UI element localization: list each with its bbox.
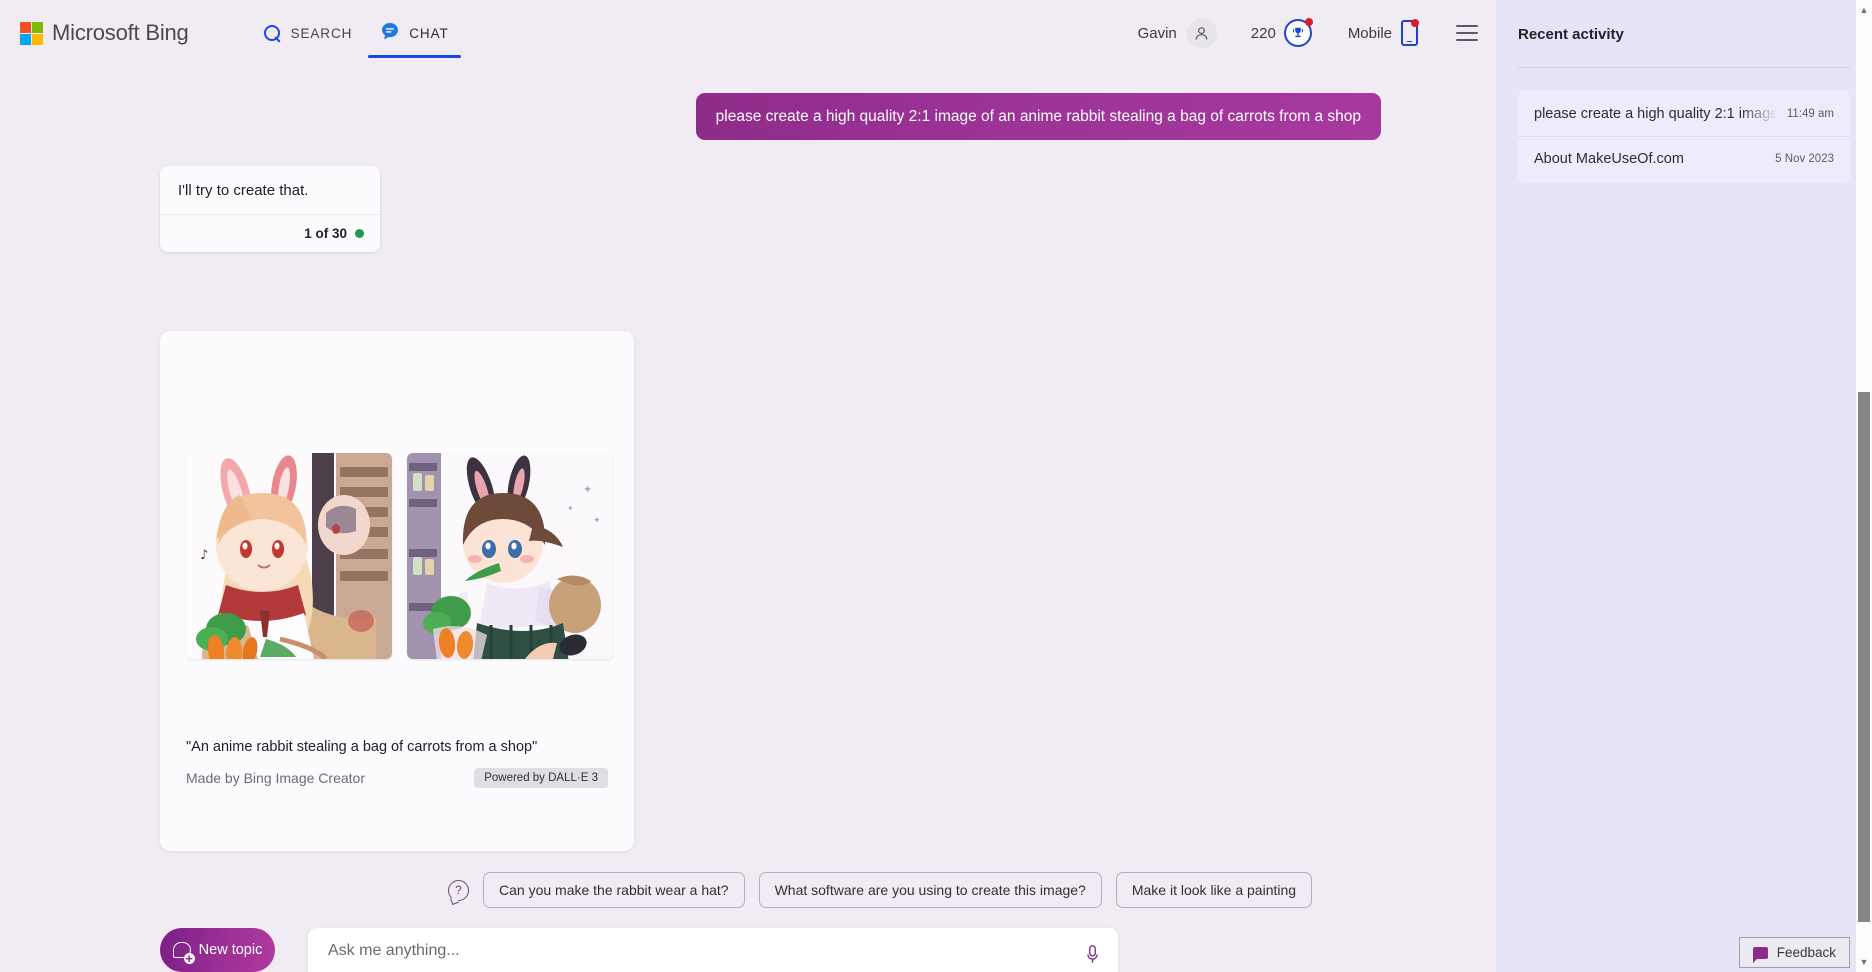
tab-search[interactable]: SEARCH xyxy=(249,0,367,66)
chat-area: please create a high quality 2:1 image o… xyxy=(0,66,1496,972)
suggestion-chips: ? Can you make the rabbit wear a hat? Wh… xyxy=(448,872,1312,908)
rewards-button[interactable]: 220 xyxy=(1251,19,1312,47)
list-item[interactable]: About MakeUseOf.com 5 Nov 2023 xyxy=(1518,136,1850,181)
bot-message-text: I'll try to create that. xyxy=(160,166,380,214)
image-card-footer: Made by Bing Image Creator Powered by DA… xyxy=(186,768,608,788)
activity-text: please create a high quality 2:1 image o… xyxy=(1534,106,1777,122)
mobile-label: Mobile xyxy=(1348,25,1392,42)
scroll-down-arrow[interactable]: ▼ xyxy=(1858,954,1870,970)
question-bubble-icon: ? xyxy=(448,880,469,901)
recent-activity-panel: Recent activity please create a high qua… xyxy=(1496,0,1872,972)
suggestion-chip-2[interactable]: What software are you using to create th… xyxy=(759,872,1102,908)
powered-by-badge: Powered by DALL·E 3 xyxy=(474,768,608,788)
bot-card-footer: 1 of 30 xyxy=(160,214,380,252)
tab-search-label: SEARCH xyxy=(291,26,353,41)
rewards-count: 220 xyxy=(1251,25,1276,42)
suggestion-chip-3[interactable]: Make it look like a painting xyxy=(1116,872,1312,908)
svg-text:✦: ✦ xyxy=(567,504,574,513)
rewards-trophy-icon xyxy=(1284,19,1312,47)
user-message-bubble: please create a high quality 2:1 image o… xyxy=(696,93,1381,140)
scrollbar-thumb[interactable] xyxy=(1858,392,1870,922)
generated-image-2[interactable]: ✦ ✦ ✦ xyxy=(407,453,613,659)
mobile-notification-dot xyxy=(1411,19,1419,27)
phone-icon xyxy=(1401,20,1418,46)
new-topic-label: New topic xyxy=(199,942,263,958)
microsoft-bing-logo[interactable]: Microsoft Bing xyxy=(20,20,189,46)
composer: New topic 0/4000 xyxy=(160,928,1118,972)
logo-text: Microsoft Bing xyxy=(52,20,189,46)
feedback-button[interactable]: Feedback xyxy=(1739,937,1850,968)
microphone-icon[interactable] xyxy=(1085,944,1100,966)
hamburger-menu-icon[interactable] xyxy=(1456,20,1478,46)
made-by-label: Made by Bing Image Creator xyxy=(186,770,365,786)
new-topic-icon xyxy=(173,942,191,958)
avatar xyxy=(1187,18,1217,48)
panel-divider xyxy=(1518,67,1850,68)
scroll-up-arrow[interactable]: ▲ xyxy=(1858,2,1870,18)
chat-bubble-icon xyxy=(380,21,400,46)
turn-counter: 1 of 30 xyxy=(304,226,347,241)
image-caption: "An anime rabbit stealing a bag of carro… xyxy=(186,739,537,755)
svg-text:✦: ✦ xyxy=(593,516,601,526)
feedback-bubble-icon xyxy=(1753,947,1768,959)
microsoft-logo-icon xyxy=(20,22,43,45)
suggestion-chip-1[interactable]: Can you make the rabbit wear a hat? xyxy=(483,872,745,908)
top-header: Microsoft Bing SEARCH CHAT Gavin xyxy=(0,0,1496,66)
nav-tabs: SEARCH CHAT xyxy=(249,0,463,66)
activity-text: About MakeUseOf.com xyxy=(1534,151,1765,167)
feedback-label: Feedback xyxy=(1777,945,1836,960)
header-right-controls: Gavin 220 Mobile xyxy=(1138,18,1496,48)
bot-response-card: I'll try to create that. 1 of 30 xyxy=(160,166,380,252)
image-result-card: ♪ xyxy=(160,331,634,851)
svg-text:♪: ♪ xyxy=(200,548,208,563)
mobile-button[interactable]: Mobile xyxy=(1348,20,1418,46)
chat-input-box[interactable]: 0/4000 xyxy=(308,928,1118,972)
activity-time: 11:49 am xyxy=(1787,108,1834,120)
tab-chat-label: CHAT xyxy=(409,26,448,41)
tab-chat[interactable]: CHAT xyxy=(366,0,462,66)
generated-images-row: ♪ xyxy=(186,453,613,659)
user-account[interactable]: Gavin xyxy=(1138,18,1217,48)
panel-title: Recent activity xyxy=(1518,26,1850,43)
rewards-notification-dot xyxy=(1305,18,1313,26)
activity-list: please create a high quality 2:1 image o… xyxy=(1518,90,1850,183)
scrollbar[interactable]: ▲ ▼ xyxy=(1856,0,1872,972)
generated-image-1[interactable]: ♪ xyxy=(186,453,392,659)
user-name: Gavin xyxy=(1138,25,1177,42)
chat-input[interactable] xyxy=(328,942,1068,960)
new-topic-button[interactable]: New topic xyxy=(160,928,275,972)
chat-scroll-region[interactable]: please create a high quality 2:1 image o… xyxy=(0,66,1496,972)
search-icon xyxy=(263,24,282,43)
status-dot xyxy=(355,229,364,238)
list-item[interactable]: please create a high quality 2:1 image o… xyxy=(1518,92,1850,136)
activity-time: 5 Nov 2023 xyxy=(1775,153,1834,165)
svg-text:✦: ✦ xyxy=(583,483,592,496)
